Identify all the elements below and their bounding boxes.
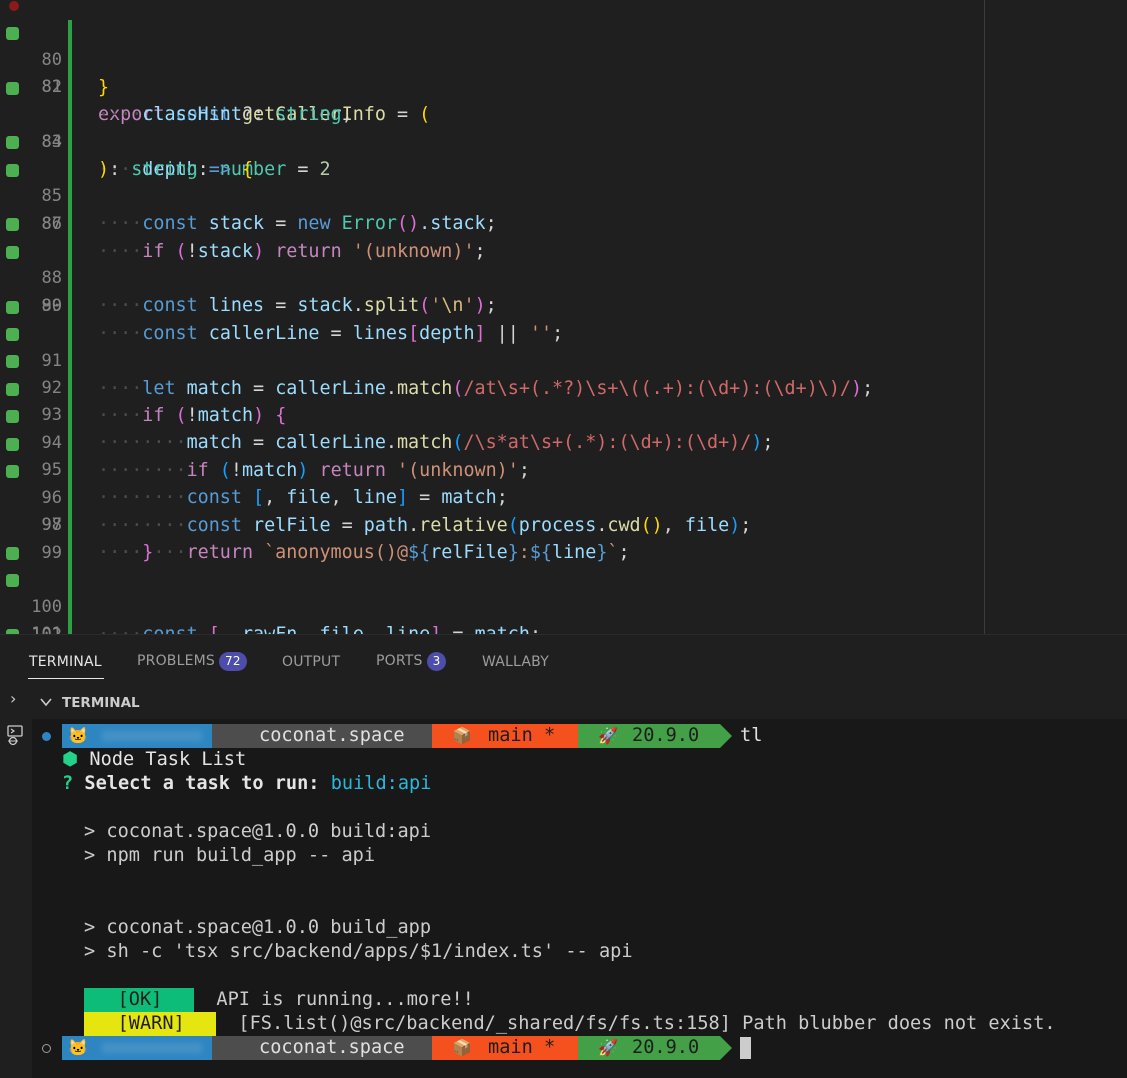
segment-separator [720, 1036, 732, 1060]
segment-separator [720, 724, 732, 748]
terminal-output[interactable]: 🐱 coconat.space 📦 main * 🚀 20.9.0 tl ⬢ N… [32, 719, 1127, 1078]
code-line-98[interactable]: 98 ····} [0, 485, 1127, 563]
warn-message: [FS.list()@src/backend/_shared/fs/fs.ts:… [238, 1013, 1056, 1034]
code-line-83[interactable]: 83 ····depth: number = 2 [0, 75, 1127, 180]
task-list-title: ⬢ Node Task List [62, 748, 246, 772]
node-hexagon-icon: ⬢ [62, 749, 79, 770]
ok-log-line: [OK] API is running...more!! [84, 988, 474, 1012]
package-icon: 📦 [452, 1038, 472, 1057]
test-coverage-marker [6, 465, 19, 478]
cat-face-icon: 🐱 [68, 1038, 88, 1057]
package-icon: 📦 [452, 726, 472, 745]
test-coverage-marker [6, 383, 19, 396]
code-line-86[interactable]: 86 ····if (!stack) return '(unknown)'; [0, 157, 1127, 262]
test-coverage-marker [6, 438, 19, 451]
terminal-cursor[interactable] [740, 1037, 751, 1059]
tab-terminal[interactable]: TERMINAL [29, 654, 102, 670]
problems-count-badge: 72 [219, 652, 247, 671]
test-coverage-marker [6, 328, 19, 341]
code-line-94[interactable]: 94 ········if (!match) return '(unknown)… [0, 376, 1127, 481]
prompt-line: 🐱 coconat.space 📦 main * 🚀 20.9.0 [32, 1036, 1127, 1060]
rocket-icon: 🚀 [598, 726, 618, 745]
ok-message: API is running...more!! [216, 989, 474, 1010]
warn-log-line: [WARN] [FS.list()@src/backend/_shared/fs… [84, 1012, 1056, 1036]
output-line: > coconat.space@1.0.0 build_app [84, 917, 432, 938]
test-coverage-marker [6, 82, 19, 95]
test-coverage-marker [6, 574, 19, 587]
code-line-91[interactable]: 91 ····let match = callerLine.match(/at\… [0, 294, 1127, 399]
code-line-97[interactable]: 97 ········return `anonymous()@${relFile… [0, 458, 1127, 563]
test-coverage-marker [6, 246, 19, 259]
selected-task: build:api [330, 773, 432, 794]
code-line-96[interactable]: 96 ········const relFile = path.relative… [0, 431, 1127, 536]
code-line-85[interactable]: 85 ····const stack = new Error().stack; [0, 129, 1127, 234]
warn-badge: [WARN] [84, 1012, 219, 1036]
redacted-username [102, 1043, 202, 1053]
code-line-84[interactable]: 84 ): string => { [0, 102, 1127, 180]
tab-problems[interactable]: PROBLEMS 72 [137, 652, 247, 671]
test-coverage-marker [6, 164, 19, 177]
code-line-99[interactable]: 99 [0, 513, 1127, 563]
terminal-section-title: TERMINAL [62, 695, 140, 711]
task-question: ? Select a task to run: build:api [62, 772, 431, 796]
test-coverage-marker [6, 355, 19, 368]
tab-wallaby[interactable]: WALLABY [482, 654, 549, 670]
code-line-95[interactable]: 95 ········const [, file, line] = match; [0, 403, 1127, 508]
code-line-82[interactable]: 82 ····classHint?: string, [0, 47, 1127, 125]
prompt-node-version: 20.9.0 [632, 725, 700, 746]
terminal-section-header[interactable]: › TERMINAL [0, 687, 1127, 719]
debug-console-icon[interactable] [6, 725, 26, 747]
code-editor[interactable]: 80 } 81 export const getCallerInfo = ( 8… [0, 0, 1127, 634]
output-line: > sh -c 'tsx src/backend/apps/$1/index.t… [84, 941, 633, 962]
tab-output[interactable]: OUTPUT [282, 654, 340, 670]
rocket-icon: 🚀 [598, 1038, 618, 1057]
question-text: Select a task to run: [73, 773, 331, 794]
code-line-103[interactable]: 103 ····const fn = rawFn [0, 622, 1127, 634]
panel-tab-bar: TERMINAL PROBLEMS 72 OUTPUT PORTS 3 WALLAB… [0, 634, 1127, 687]
code-line-93[interactable]: 93 ········match = callerLine.match(/\s*… [0, 348, 1127, 453]
chevron-right-icon[interactable]: › [10, 689, 16, 708]
prompt-project: coconat.space [259, 725, 405, 746]
terminal-sidebar [0, 719, 32, 1078]
question-mark: ? [62, 773, 74, 794]
code-line-87[interactable]: 87 [0, 184, 1127, 234]
code-line-81[interactable]: 81 export const getCallerInfo = ( [0, 20, 1127, 125]
test-coverage-marker [6, 301, 19, 314]
tab-ports[interactable]: PORTS 3 [376, 652, 447, 671]
code-line-90[interactable]: 90 [0, 266, 1127, 316]
command-success-decoration[interactable] [42, 732, 51, 741]
active-tab-indicator [28, 678, 104, 679]
tab-ports-label: PORTS [376, 653, 423, 669]
test-coverage-marker [6, 136, 19, 149]
prompt-line: 🐱 coconat.space 📦 main * 🚀 20.9.0 tl [32, 724, 1127, 748]
code-line-92[interactable]: 92 ····if (!match) { [0, 321, 1127, 426]
ports-count-badge: 3 [426, 652, 447, 671]
prompt-branch: main * [488, 725, 556, 746]
output-line: > coconat.space@1.0.0 build:api [84, 821, 432, 842]
prompt-branch: main * [488, 1037, 556, 1058]
code-line-102[interactable]: 102 [0, 595, 1127, 634]
test-coverage-marker [6, 410, 19, 423]
ok-badge: [OK] [84, 988, 196, 1012]
code-line-101[interactable]: 101 ····const relFile = path.relative(pr… [0, 567, 1127, 634]
tab-problems-label: PROBLEMS [137, 653, 216, 669]
task-list-title-text: Node Task List [78, 749, 247, 770]
code-line-80[interactable]: 80 } [0, 0, 1127, 98]
typed-command: tl [740, 725, 763, 746]
test-coverage-marker [6, 27, 19, 40]
redacted-username [102, 731, 202, 741]
command-pending-decoration[interactable] [42, 1044, 51, 1053]
prompt-project: coconat.space [259, 1037, 405, 1058]
breakpoint-dot[interactable] [9, 1, 19, 11]
test-coverage-marker [6, 547, 19, 560]
code-line-89[interactable]: 89 ····const callerLine = lines[depth] |… [0, 239, 1127, 344]
cat-face-icon: 🐱 [68, 726, 88, 745]
test-coverage-marker [6, 218, 19, 231]
chevron-down-icon[interactable] [40, 698, 52, 707]
output-line: > npm run build_app -- api [84, 845, 376, 866]
code-line-88[interactable]: 88 ····const lines = stack.split('\n'); [0, 211, 1127, 316]
prompt-node-version: 20.9.0 [632, 1037, 700, 1058]
code-line-100[interactable]: 100 ····const [, rawFn, file, line] = ma… [0, 540, 1127, 634]
